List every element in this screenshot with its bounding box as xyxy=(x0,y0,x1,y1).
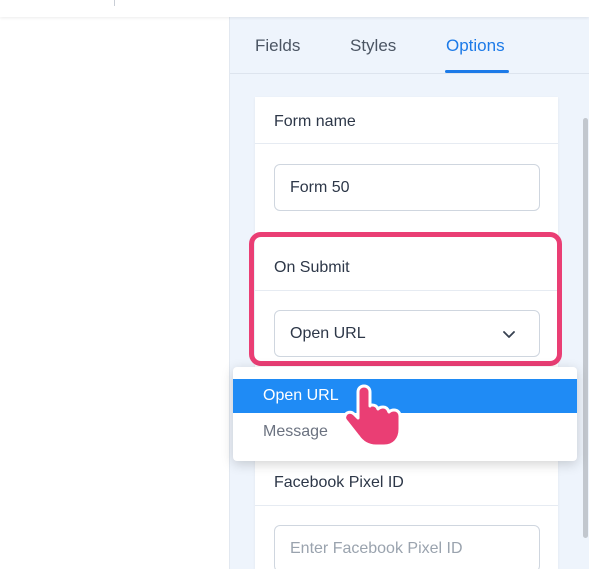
tab-fields[interactable]: Fields xyxy=(255,36,300,56)
top-bar-divider xyxy=(114,0,115,6)
facebook-pixel-label: Facebook Pixel ID xyxy=(274,474,404,491)
top-bar xyxy=(0,0,589,17)
form-canvas-area xyxy=(0,17,229,569)
on-submit-label: On Submit xyxy=(274,259,350,276)
active-tab-indicator xyxy=(445,70,509,73)
on-submit-select[interactable]: Open URL xyxy=(274,310,540,357)
divider xyxy=(255,290,558,291)
on-submit-selected-value: Open URL xyxy=(290,325,366,342)
form-name-input[interactable]: Form 50 xyxy=(274,164,540,211)
divider xyxy=(255,505,558,506)
options-card: Form name Form 50 On Submit Open URL Fac… xyxy=(255,97,558,569)
panel-scrollbar[interactable] xyxy=(583,118,588,538)
form-name-label: Form name xyxy=(274,113,356,130)
tab-styles[interactable]: Styles xyxy=(350,36,396,56)
form-name-value: Form 50 xyxy=(290,179,350,196)
chevron-down-icon xyxy=(503,331,515,338)
facebook-pixel-placeholder: Enter Facebook Pixel ID xyxy=(290,540,463,557)
panel-tabs: Fields Styles Options xyxy=(230,17,589,74)
tab-options[interactable]: Options xyxy=(446,36,505,56)
hand-pointer-icon xyxy=(343,384,402,448)
settings-panel: Fields Styles Options Form name Form 50 … xyxy=(229,17,589,569)
facebook-pixel-input[interactable]: Enter Facebook Pixel ID xyxy=(274,525,540,569)
divider xyxy=(255,143,558,144)
